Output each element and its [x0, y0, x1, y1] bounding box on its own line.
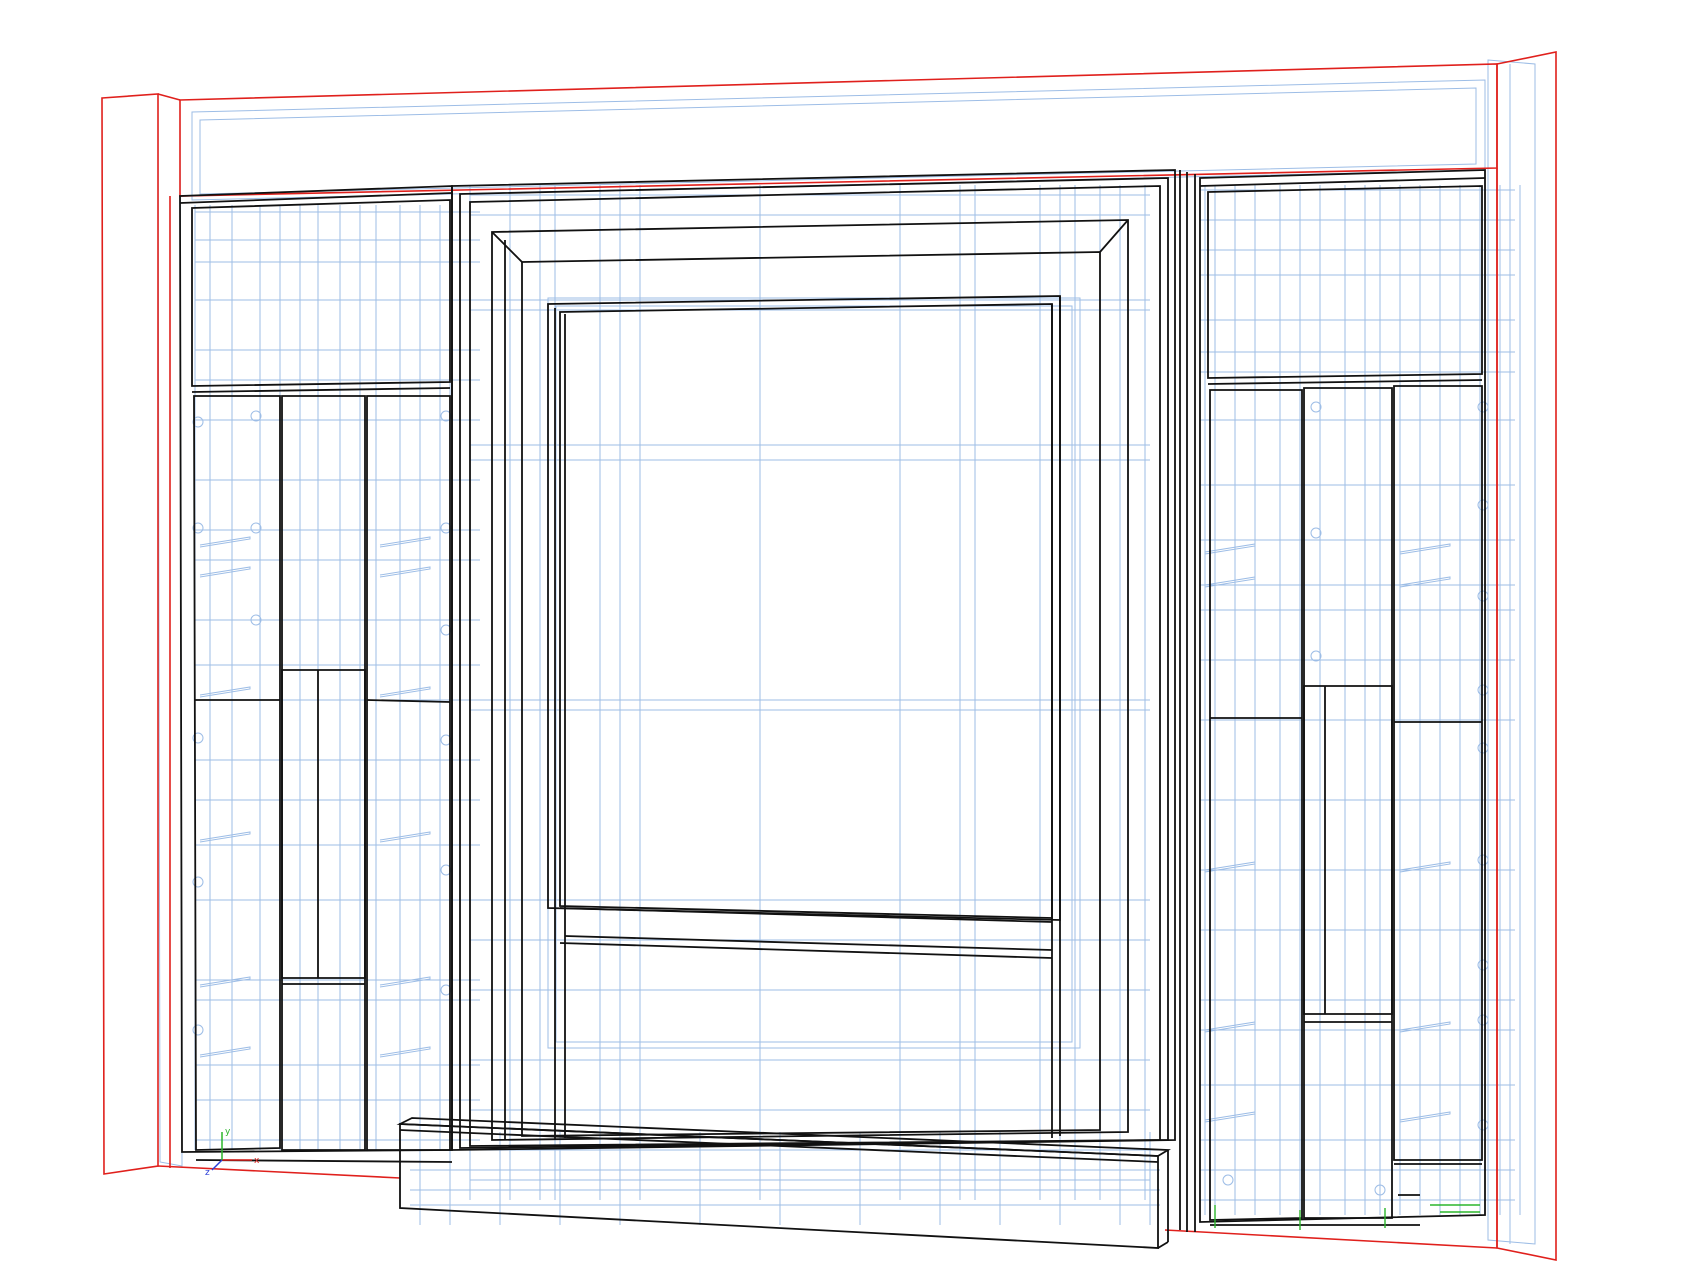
right-cabinet-outline — [1199, 169, 1486, 1223]
tv-panel-inset-inner — [559, 303, 1053, 919]
center-portal-outer-2 — [459, 177, 1169, 1149]
media-shelf-bottom — [559, 942, 1053, 959]
left-cabinet-top-box-base — [191, 387, 451, 393]
floor-edge-left — [157, 1165, 401, 1179]
tv-inset-ghost-inner — [555, 305, 1073, 1043]
left-shelf-ghost — [379, 831, 431, 843]
x-axis-label: x — [254, 1156, 260, 1166]
bevel-corner-tl — [491, 231, 523, 263]
top-soffit-outline — [179, 63, 1498, 197]
z-axis-label: z — [205, 1168, 210, 1178]
left-wall-inner-edge — [157, 93, 181, 101]
media-shelf-top — [559, 907, 1053, 923]
wireframe-scene[interactable]: x y z — [0, 0, 1684, 1278]
left-cabinet-outline — [179, 185, 453, 1153]
floating-drawer-box-side-bottom — [1157, 1241, 1169, 1249]
left-shelf-ghost — [199, 686, 251, 698]
tv-inset-ghost — [547, 297, 1081, 1049]
center-portal-outer-3 — [469, 185, 1161, 1147]
left-shelf-ghost — [379, 536, 431, 548]
portal-bevel-outer — [491, 219, 1129, 1141]
right-door-b — [1303, 387, 1393, 1219]
left-shelf-ghost — [199, 831, 251, 843]
portal-bevel-inner — [521, 251, 1101, 1137]
right-shelf-ghost — [1204, 543, 1256, 555]
right-wall-ghost — [1487, 59, 1536, 1245]
left-shelf-ghost — [199, 566, 251, 578]
floor-edge-right — [1164, 1229, 1498, 1249]
y-axis-label: y — [225, 1127, 231, 1137]
right-wall-panel-outline — [1496, 51, 1557, 1261]
left-shelf-ghost — [199, 976, 251, 988]
bounding-box — [101, 51, 1557, 1261]
left-wall-panel-outline — [101, 93, 159, 1175]
left-door-a — [193, 395, 281, 1151]
right-shelf-ghost — [1399, 543, 1451, 555]
left-shelf-ghost — [379, 1046, 431, 1058]
right-shelf-ghost — [1399, 1111, 1451, 1123]
right-shelf-column-niche — [1303, 685, 1393, 1015]
left-shelf-ghost — [199, 536, 251, 548]
right-door-a — [1209, 389, 1303, 1221]
left-cabinet-top-box — [191, 199, 451, 387]
left-door-b — [281, 395, 366, 1151]
left-shelf-column-niche — [281, 669, 366, 979]
left-door-c — [366, 395, 451, 1151]
3d-viewport[interactable]: x y z — [0, 0, 1684, 1278]
right-shelf-ghost — [1204, 1111, 1256, 1123]
left-shelf-ghost — [379, 686, 431, 698]
right-cabinet-top-line — [1199, 177, 1486, 187]
media-shelf-inner — [564, 935, 1053, 951]
tv-panel-inset — [547, 295, 1061, 921]
left-shelf-ghost — [199, 1046, 251, 1058]
hinge-icon — [1222, 1174, 1234, 1186]
right-door-c — [1393, 385, 1483, 1161]
left-shelf-ghost — [379, 566, 431, 578]
left-shelf-ghost — [379, 976, 431, 988]
bevel-corner-tr — [1099, 219, 1129, 253]
